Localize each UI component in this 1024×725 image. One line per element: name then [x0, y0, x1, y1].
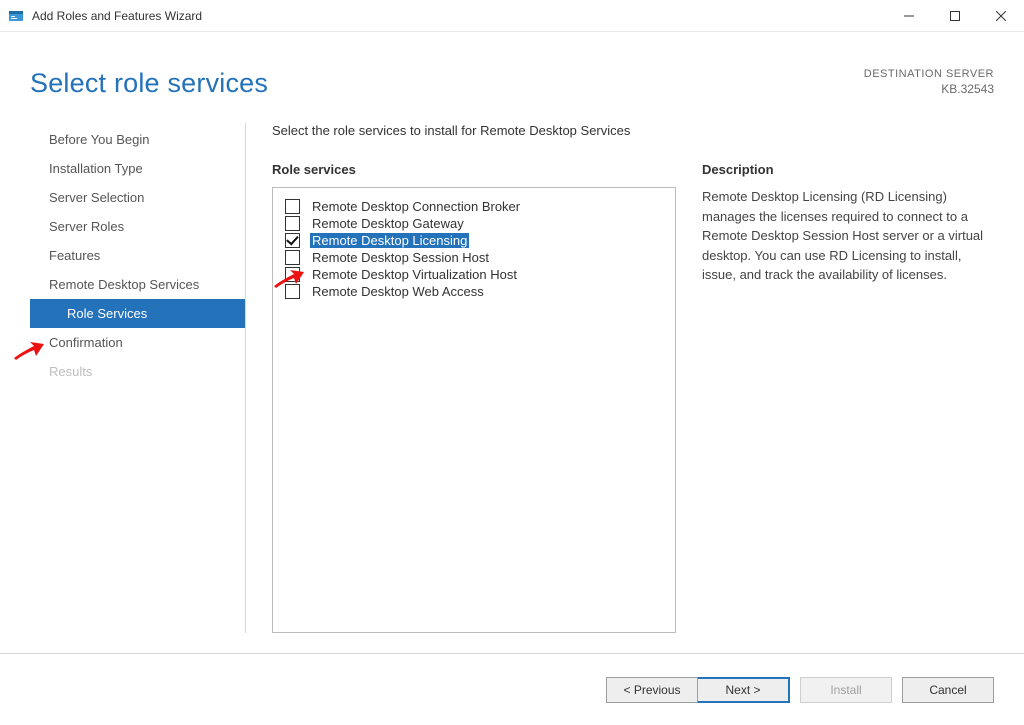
checkbox-icon[interactable]	[285, 284, 300, 299]
role-service-item[interactable]: Remote Desktop Virtualization Host	[281, 266, 667, 283]
titlebar: Add Roles and Features Wizard	[0, 0, 1024, 32]
destination-server: DESTINATION SERVER KB.32543	[864, 68, 994, 96]
role-service-label: Remote Desktop Connection Broker	[310, 199, 522, 214]
close-button[interactable]	[978, 0, 1024, 31]
destination-label: DESTINATION SERVER	[864, 68, 994, 80]
step-server-roles[interactable]: Server Roles	[30, 212, 245, 241]
checkbox-icon[interactable]	[285, 233, 300, 248]
cancel-button[interactable]: Cancel	[902, 677, 994, 703]
checkbox-icon[interactable]	[285, 216, 300, 231]
main: Before You Begin Installation Type Serve…	[0, 123, 1024, 633]
step-role-services[interactable]: Role Services	[30, 299, 245, 328]
role-services-heading: Role services	[272, 162, 676, 177]
step-before-you-begin[interactable]: Before You Begin	[30, 125, 245, 154]
role-service-item[interactable]: Remote Desktop Gateway	[281, 215, 667, 232]
window-controls	[886, 0, 1024, 31]
role-service-label: Remote Desktop Virtualization Host	[310, 267, 519, 282]
checkbox-icon[interactable]	[285, 250, 300, 265]
install-button: Install	[800, 677, 892, 703]
maximize-button[interactable]	[932, 0, 978, 31]
description-text: Remote Desktop Licensing (RD Licensing) …	[702, 187, 994, 285]
step-installation-type[interactable]: Installation Type	[30, 154, 245, 183]
page-title: Select role services	[30, 68, 268, 99]
role-service-item[interactable]: Remote Desktop Session Host	[281, 249, 667, 266]
app-icon	[8, 8, 24, 24]
role-service-label: Remote Desktop Gateway	[310, 216, 466, 231]
footer: < Previous Next > Install Cancel	[0, 653, 1024, 725]
role-services-listbox[interactable]: Remote Desktop Connection Broker Remote …	[272, 187, 676, 633]
step-results: Results	[30, 357, 245, 386]
step-features[interactable]: Features	[30, 241, 245, 270]
nav-button-group: < Previous Next >	[606, 677, 790, 703]
step-confirmation[interactable]: Confirmation	[30, 328, 245, 357]
content: Select the role services to install for …	[246, 123, 994, 633]
role-service-label: Remote Desktop Licensing	[310, 233, 469, 248]
role-service-label: Remote Desktop Web Access	[310, 284, 486, 299]
checkbox-icon[interactable]	[285, 267, 300, 282]
role-service-item[interactable]: Remote Desktop Licensing	[281, 232, 667, 249]
destination-name: KB.32543	[864, 82, 994, 96]
content-columns: Role services Remote Desktop Connection …	[272, 162, 994, 633]
step-server-selection[interactable]: Server Selection	[30, 183, 245, 212]
instruction-text: Select the role services to install for …	[272, 123, 994, 138]
role-service-item[interactable]: Remote Desktop Connection Broker	[281, 198, 667, 215]
previous-button[interactable]: < Previous	[606, 677, 698, 703]
role-services-column: Role services Remote Desktop Connection …	[272, 162, 676, 633]
step-remote-desktop-services[interactable]: Remote Desktop Services	[30, 270, 245, 299]
description-heading: Description	[702, 162, 994, 177]
next-button[interactable]: Next >	[698, 677, 790, 703]
minimize-button[interactable]	[886, 0, 932, 31]
role-service-label: Remote Desktop Session Host	[310, 250, 491, 265]
description-column: Description Remote Desktop Licensing (RD…	[702, 162, 994, 633]
header: Select role services DESTINATION SERVER …	[0, 32, 1024, 123]
role-service-item[interactable]: Remote Desktop Web Access	[281, 283, 667, 300]
checkbox-icon[interactable]	[285, 199, 300, 214]
wizard-steps-sidebar: Before You Begin Installation Type Serve…	[30, 123, 246, 633]
window-title: Add Roles and Features Wizard	[32, 9, 886, 23]
